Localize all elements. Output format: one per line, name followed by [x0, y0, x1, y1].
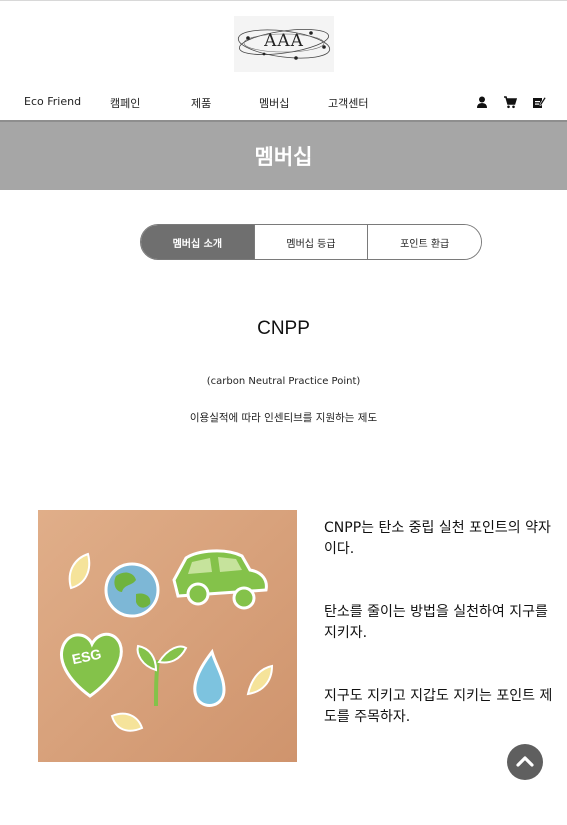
page-banner: 멤버십 [0, 120, 567, 190]
section-subtitle: (carbon Neutral Practice Point) [206, 376, 361, 387]
info-paragraph-1: CNPP는 탄소 중립 실천 포인트의 약자이다. [324, 520, 551, 557]
membership-tabs: 멤버십 소개 멤버십 등급 포인트 환급 [140, 224, 482, 260]
info-paragraph-2: 탄소를 줄이는 방법을 실천하여 지구를 지키자. [324, 604, 548, 641]
main-nav: Eco Friend 캠페인 제품 멤버십 고객센터 [0, 92, 567, 114]
nav-item-products[interactable]: 제품 [191, 95, 211, 111]
user-icon[interactable] [475, 94, 489, 108]
tab-point-refund[interactable]: 포인트 환급 [367, 225, 481, 259]
nav-item-customer-center[interactable]: 고객센터 [328, 95, 368, 111]
nav-item-membership[interactable]: 멤버십 [259, 95, 289, 111]
info-paragraph-3: 지구도 지키고 지갑도 지키는 포인트 제도를 주목하자. [324, 688, 553, 725]
section-description: 이용실적에 따라 인센티브를 지원하는 제도 [189, 412, 378, 424]
page-title: 멤버십 [254, 145, 313, 169]
top-border [0, 0, 567, 1]
chevron-up-icon [516, 756, 534, 767]
logo-text: AAA [264, 31, 304, 51]
edit-icon[interactable] [532, 94, 547, 108]
tab-membership-intro[interactable]: 멤버십 소개 [141, 225, 254, 259]
cart-icon[interactable] [503, 94, 518, 109]
section-title: CNPP [257, 318, 310, 339]
nav-brand-link[interactable]: Eco Friend [24, 95, 81, 108]
eco-illustration-image: ESG [38, 510, 297, 762]
scroll-to-top-button[interactable] [507, 744, 543, 780]
logo[interactable]: AAA [234, 16, 334, 72]
nav-item-campaign[interactable]: 캠페인 [110, 95, 140, 111]
tab-membership-grade[interactable]: 멤버십 등급 [253, 225, 368, 259]
